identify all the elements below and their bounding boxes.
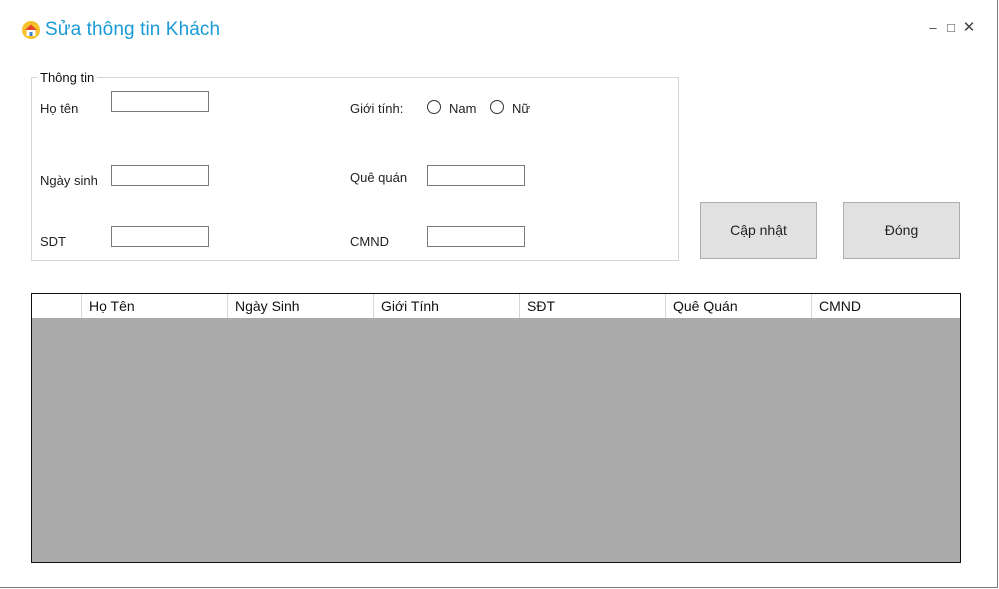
column-header-ngay-sinh[interactable]: Ngày Sinh xyxy=(228,294,374,318)
gioi-tinh-label: Giới tính: xyxy=(350,101,404,116)
ho-ten-label: Họ tên xyxy=(40,101,79,116)
column-header-ho-ten[interactable]: Họ Tên xyxy=(82,294,228,318)
grid-body xyxy=(32,318,960,562)
title-bar: Sửa thông tin Khách – □ ✕ xyxy=(0,0,997,60)
column-header-que-quan[interactable]: Quê Quán xyxy=(666,294,812,318)
ngay-sinh-label: Ngày sinh xyxy=(40,173,98,188)
customer-grid[interactable]: Họ Tên Ngày Sinh Giới Tính SĐT Quê Quán … xyxy=(31,293,961,563)
ho-ten-input[interactable] xyxy=(111,91,209,112)
home-icon xyxy=(21,20,41,40)
que-quan-label: Quê quán xyxy=(350,170,408,185)
ngay-sinh-input[interactable] xyxy=(111,165,209,186)
gender-male-label[interactable]: Nam xyxy=(449,101,476,116)
grid-header-row: Họ Tên Ngày Sinh Giới Tính SĐT Quê Quán … xyxy=(32,294,960,318)
cmnd-label: CMND xyxy=(350,234,389,249)
grid-corner-cell[interactable] xyxy=(32,294,82,318)
info-group-legend: Thông tin xyxy=(37,70,98,85)
column-header-gioi-tinh[interactable]: Giới Tính xyxy=(374,294,520,318)
update-button[interactable]: Cập nhật xyxy=(700,202,817,259)
cmnd-input[interactable] xyxy=(427,226,525,247)
que-quan-input[interactable] xyxy=(427,165,525,186)
sdt-label: SDT xyxy=(40,234,66,249)
column-header-sdt[interactable]: SĐT xyxy=(520,294,666,318)
column-header-cmnd[interactable]: CMND xyxy=(812,294,960,318)
gender-female-label[interactable]: Nữ xyxy=(512,101,530,116)
close-button[interactable]: Đóng xyxy=(843,202,960,259)
gender-female-radio[interactable] xyxy=(490,100,504,114)
gender-male-radio[interactable] xyxy=(427,100,441,114)
edit-customer-window: Sửa thông tin Khách – □ ✕ Thông tin Họ t… xyxy=(0,0,998,588)
minimize-button[interactable]: – xyxy=(925,20,941,36)
window-title: Sửa thông tin Khách xyxy=(45,19,221,40)
sdt-input[interactable] xyxy=(111,226,209,247)
maximize-button[interactable]: □ xyxy=(943,20,959,36)
close-window-button[interactable]: ✕ xyxy=(961,20,977,36)
